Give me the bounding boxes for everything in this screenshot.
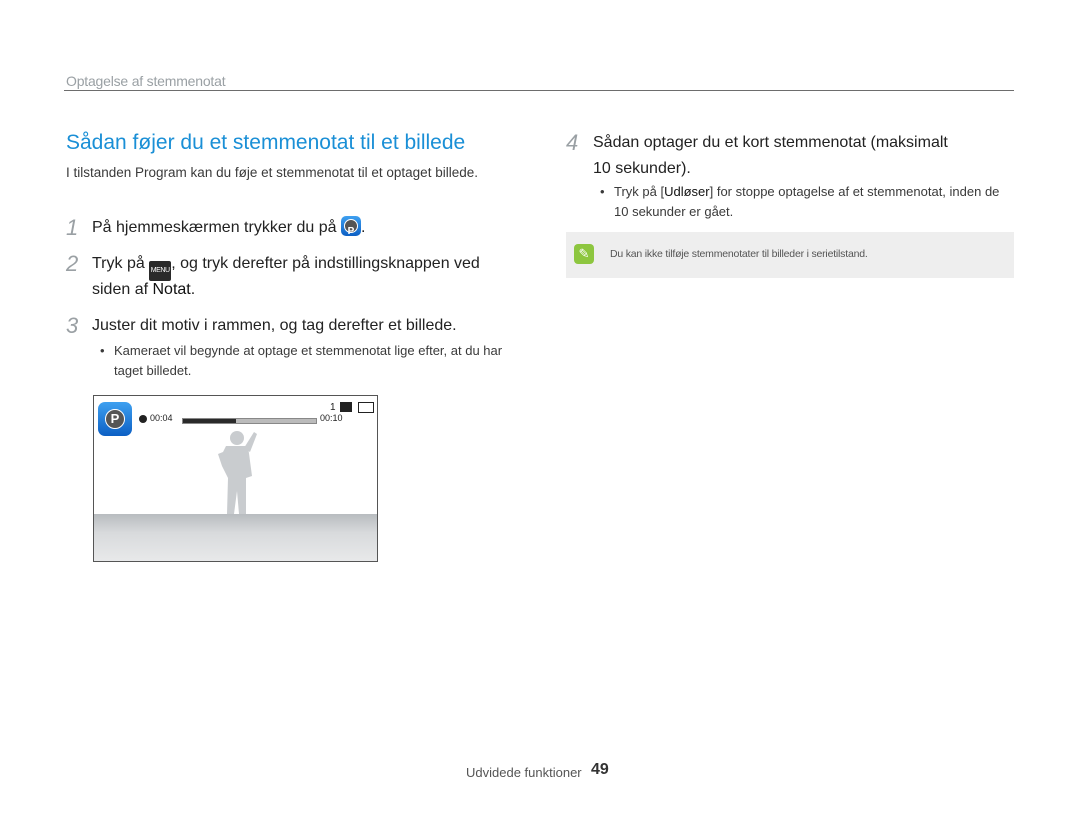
- step-text-line1: Sådan optager du et kort stemmenotat (ma…: [593, 134, 948, 151]
- program-mode-icon: P: [340, 216, 361, 237]
- step-text-cont: , og tryk derefter på indstillingsknappe…: [171, 255, 480, 272]
- step-number: 2: [66, 251, 79, 276]
- step-number: 3: [66, 313, 79, 338]
- elapsed-time: 00:04: [150, 413, 173, 423]
- battery-icon: [358, 402, 374, 413]
- bullet-text: Kameraet vil begynde at optage et stemme…: [114, 343, 503, 378]
- step-text-end: .: [360, 219, 366, 236]
- record-progress-fill: [183, 419, 237, 423]
- keyword-udloser: Udløser: [664, 184, 710, 199]
- note-icon: ✎: [574, 244, 594, 264]
- header-divider: [64, 90, 1014, 91]
- footer-label: Udvidede funktioner: [466, 765, 582, 780]
- keyword-notat: Notat: [152, 281, 191, 298]
- total-time: 00:10: [320, 413, 343, 423]
- step-text-line2: 10 sekunder).: [593, 160, 691, 177]
- record-dot-icon: [139, 415, 147, 423]
- step-bullet: • Kameraet vil begynde at optage et stemm…: [100, 343, 503, 378]
- step-text: Juster dit motiv i rammen, og tag dereft…: [92, 317, 457, 334]
- intro-text: I tilstanden Program kan du føje et stem…: [66, 165, 478, 180]
- mode-icon: P: [98, 402, 132, 436]
- memory-icon: [340, 402, 352, 412]
- record-progress-bar: [182, 418, 317, 424]
- section-label: Optagelse af stemmenotat: [66, 73, 226, 89]
- step-bullet: • Tryk på [Udløser] for stoppe optagelse …: [600, 184, 1000, 219]
- shot-count: 1: [330, 402, 336, 413]
- step-text-end: .: [190, 281, 196, 298]
- step-number: 1: [66, 215, 79, 240]
- step-text: siden af: [92, 281, 153, 298]
- step-number: 4: [566, 130, 579, 155]
- bullet-text: Tryk på [: [614, 184, 665, 199]
- note-box: ✎ Du kan ikke tilføje stemmenotater til …: [566, 232, 1014, 278]
- step-text: På hjemmeskærmen trykker du på: [92, 219, 337, 236]
- camera-screen: P 1 00:04 00:10: [93, 395, 378, 562]
- page-number: 49: [591, 761, 609, 778]
- note-text: Du kan ikke tilføje stemmenotater til bi…: [610, 248, 868, 260]
- step-text: Tryk på: [92, 255, 145, 272]
- page-title: Sådan føjer du et stemmenotat til et bil…: [66, 131, 466, 154]
